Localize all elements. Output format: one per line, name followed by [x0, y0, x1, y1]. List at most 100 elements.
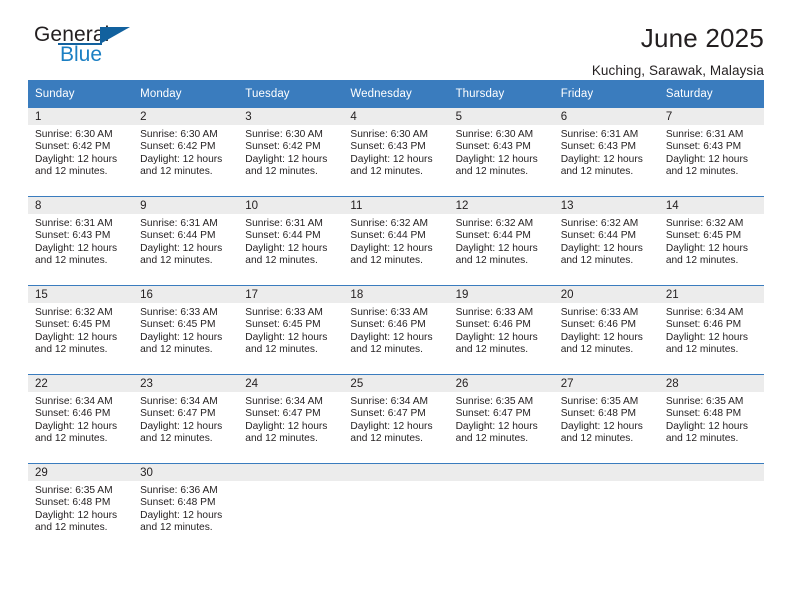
calendar-day-cell[interactable]: 22 Sunrise: 6:34 AM Sunset: 6:46 PM Dayligh… — [28, 375, 134, 463]
calendar-day-cell[interactable]: 6 Sunrise: 6:31 AM Sunset: 6:43 PM Daylight… — [553, 108, 659, 196]
calendar-day-cell[interactable]: 28 Sunrise: 6:35 AM Sunset: 6:48 PM Dayligh… — [658, 375, 764, 463]
calendar-day-cell[interactable]: 27 Sunrise: 6:35 AM Sunset: 6:48 PM Dayligh… — [553, 375, 659, 463]
calendar-day-cell[interactable]: 18 Sunrise: 6:33 AM Sunset: 6:46 PM Dayligh… — [343, 286, 449, 374]
calendar-day-cell[interactable]: 14 Sunrise: 6:32 AM Sunset: 6:45 PM Dayligh… — [658, 197, 764, 285]
daylight-text-line2: and 12 minutes. — [560, 433, 634, 445]
day-number: 4 — [343, 108, 449, 125]
daylight-text-line2: and 12 minutes. — [455, 344, 529, 356]
calendar-day-cell[interactable]: 4 Sunrise: 6:30 AM Sunset: 6:43 PM Daylight… — [343, 108, 449, 196]
sunset-text: Sunset: 6:44 PM — [140, 230, 216, 242]
day-number: 12 — [448, 197, 554, 214]
sunset-text: Sunset: 6:43 PM — [455, 141, 531, 153]
calendar-cell-empty — [343, 464, 449, 552]
calendar-day-cell[interactable]: 26 Sunrise: 6:35 AM Sunset: 6:47 PM Dayligh… — [448, 375, 554, 463]
day-details: Sunrise: 6:32 AM Sunset: 6:44 PM Daylight:… — [343, 214, 448, 268]
daylight-text-line1: Daylight: 12 hours — [560, 153, 643, 165]
page-title: June 2025 — [640, 23, 764, 53]
calendar-day-cell[interactable]: 20 Sunrise: 6:33 AM Sunset: 6:46 PM Dayligh… — [553, 286, 659, 374]
daylight-text-line2: and 12 minutes. — [665, 166, 739, 178]
daylight-text-line2: and 12 minutes. — [350, 433, 423, 445]
sunrise-text: Sunrise: 6:31 AM — [35, 218, 113, 229]
daylight-text-line2: and 12 minutes. — [140, 255, 213, 267]
day-number: 9 — [133, 197, 239, 214]
day-details: Sunrise: 6:31 AM Sunset: 6:43 PM Daylight:… — [659, 125, 764, 179]
logo-text-general: General — [34, 23, 110, 46]
calendar-day-cell[interactable]: 5 Sunrise: 6:30 AM Sunset: 6:43 PM Daylight… — [448, 108, 554, 196]
sunset-text: Sunset: 6:43 PM — [665, 141, 742, 153]
sunrise-text: Sunrise: 6:33 AM — [455, 307, 534, 318]
daylight-text-line1: Daylight: 12 hours — [35, 242, 118, 254]
calendar-day-cell[interactable]: 21 Sunrise: 6:34 AM Sunset: 6:46 PM Dayligh… — [658, 286, 764, 374]
weekday-header-saturday: Saturday — [658, 80, 764, 108]
calendar-cell-empty — [553, 464, 659, 552]
day-number: 15 — [28, 286, 134, 303]
daylight-text-line1: Daylight: 12 hours — [455, 242, 538, 254]
day-details: Sunrise: 6:32 AM Sunset: 6:44 PM Daylight:… — [449, 214, 554, 268]
calendar-day-cell[interactable]: 11 Sunrise: 6:32 AM Sunset: 6:44 PM Dayligh… — [343, 197, 449, 285]
daylight-text-line1: Daylight: 12 hours — [560, 420, 643, 432]
daylight-text-line1: Daylight: 12 hours — [455, 153, 538, 165]
sunset-text: Sunset: 6:48 PM — [560, 408, 637, 420]
daylight-text-line1: Daylight: 12 hours — [140, 331, 223, 343]
day-number: 17 — [238, 286, 344, 303]
calendar-day-cell[interactable]: 9 Sunrise: 6:31 AM Sunset: 6:44 PM Daylight… — [133, 197, 239, 285]
sunset-text: Sunset: 6:46 PM — [350, 319, 426, 331]
calendar-day-cell[interactable]: 13 Sunrise: 6:32 AM Sunset: 6:44 PM Dayligh… — [553, 197, 659, 285]
daylight-text-line1: Daylight: 12 hours — [245, 242, 328, 254]
calendar-cell-empty — [658, 464, 764, 552]
calendar-day-cell[interactable]: 24 Sunrise: 6:34 AM Sunset: 6:47 PM Dayligh… — [238, 375, 344, 463]
sunset-text: Sunset: 6:44 PM — [455, 230, 531, 242]
day-number — [343, 464, 449, 481]
calendar-day-cell[interactable]: 19 Sunrise: 6:33 AM Sunset: 6:46 PM Dayligh… — [448, 286, 554, 374]
calendar-day-cell[interactable]: 17 Sunrise: 6:33 AM Sunset: 6:45 PM Dayligh… — [238, 286, 344, 374]
sunrise-text: Sunrise: 6:32 AM — [455, 218, 534, 229]
daylight-text-line2: and 12 minutes. — [665, 255, 739, 267]
calendar-day-cell[interactable]: 8 Sunrise: 6:31 AM Sunset: 6:43 PM Daylight… — [28, 197, 134, 285]
calendar-day-cell[interactable]: 12 Sunrise: 6:32 AM Sunset: 6:44 PM Dayligh… — [448, 197, 554, 285]
day-number: 11 — [343, 197, 449, 214]
calendar-day-cell[interactable]: 16 Sunrise: 6:33 AM Sunset: 6:45 PM Dayligh… — [133, 286, 239, 374]
sunrise-text: Sunrise: 6:35 AM — [560, 396, 639, 407]
day-number: 19 — [448, 286, 554, 303]
daylight-text-line1: Daylight: 12 hours — [350, 153, 433, 165]
calendar-day-cell[interactable]: 29 Sunrise: 6:35 AM Sunset: 6:48 PM Dayligh… — [28, 464, 134, 552]
sunset-text: Sunset: 6:48 PM — [665, 408, 742, 420]
daylight-text-line2: and 12 minutes. — [35, 166, 108, 178]
calendar-week-row: 8 Sunrise: 6:31 AM Sunset: 6:43 PM Daylight… — [28, 196, 764, 286]
calendar-day-cell[interactable]: 23 Sunrise: 6:34 AM Sunset: 6:47 PM Dayligh… — [133, 375, 239, 463]
calendar-day-cell[interactable]: 15 Sunrise: 6:32 AM Sunset: 6:45 PM Dayligh… — [28, 286, 134, 374]
day-details: Sunrise: 6:35 AM Sunset: 6:47 PM Daylight:… — [449, 392, 554, 446]
daylight-text-line2: and 12 minutes. — [245, 166, 318, 178]
calendar-day-cell[interactable]: 2 Sunrise: 6:30 AM Sunset: 6:42 PM Daylight… — [133, 108, 239, 196]
calendar-day-cell[interactable]: 7 Sunrise: 6:31 AM Sunset: 6:43 PM Daylight… — [658, 108, 764, 196]
daylight-text-line2: and 12 minutes. — [35, 255, 108, 267]
day-details: Sunrise: 6:34 AM Sunset: 6:47 PM Daylight:… — [238, 392, 343, 446]
daylight-text-line1: Daylight: 12 hours — [245, 153, 328, 165]
weekday-header-wednesday: Wednesday — [343, 80, 449, 108]
sunset-text: Sunset: 6:43 PM — [560, 141, 637, 153]
daylight-text-line1: Daylight: 12 hours — [350, 242, 433, 254]
day-number — [553, 464, 659, 481]
calendar-week-row: 1 Sunrise: 6:30 AM Sunset: 6:42 PM Daylight… — [28, 108, 764, 197]
calendar-day-cell[interactable]: 1 Sunrise: 6:30 AM Sunset: 6:42 PM Daylight… — [28, 108, 134, 196]
day-details: Sunrise: 6:34 AM Sunset: 6:46 PM Daylight:… — [659, 303, 764, 357]
daylight-text-line2: and 12 minutes. — [245, 255, 318, 267]
calendar-day-cell[interactable]: 30 Sunrise: 6:36 AM Sunset: 6:48 PM Dayligh… — [133, 464, 239, 552]
daylight-text-line1: Daylight: 12 hours — [140, 509, 223, 521]
daylight-text-line2: and 12 minutes. — [140, 166, 213, 178]
calendar-day-cell[interactable]: 10 Sunrise: 6:31 AM Sunset: 6:44 PM Dayligh… — [238, 197, 344, 285]
sunrise-text: Sunrise: 6:36 AM — [140, 485, 218, 496]
daylight-text-line2: and 12 minutes. — [140, 522, 213, 534]
sunrise-text: Sunrise: 6:33 AM — [560, 307, 639, 318]
calendar-day-cell[interactable]: 3 Sunrise: 6:30 AM Sunset: 6:42 PM Daylight… — [238, 108, 344, 196]
sunset-text: Sunset: 6:47 PM — [350, 408, 426, 420]
sunrise-text: Sunrise: 6:35 AM — [35, 485, 113, 496]
sunrise-text: Sunrise: 6:34 AM — [140, 396, 218, 407]
day-number: 2 — [133, 108, 239, 125]
daylight-text-line2: and 12 minutes. — [35, 433, 108, 445]
sunset-text: Sunset: 6:42 PM — [35, 141, 111, 153]
day-details: Sunrise: 6:34 AM Sunset: 6:47 PM Daylight:… — [343, 392, 448, 446]
calendar-day-cell[interactable]: 25 Sunrise: 6:34 AM Sunset: 6:47 PM Dayligh… — [343, 375, 449, 463]
sunrise-text: Sunrise: 6:30 AM — [245, 129, 323, 140]
day-details: Sunrise: 6:30 AM Sunset: 6:42 PM Daylight:… — [28, 125, 133, 179]
